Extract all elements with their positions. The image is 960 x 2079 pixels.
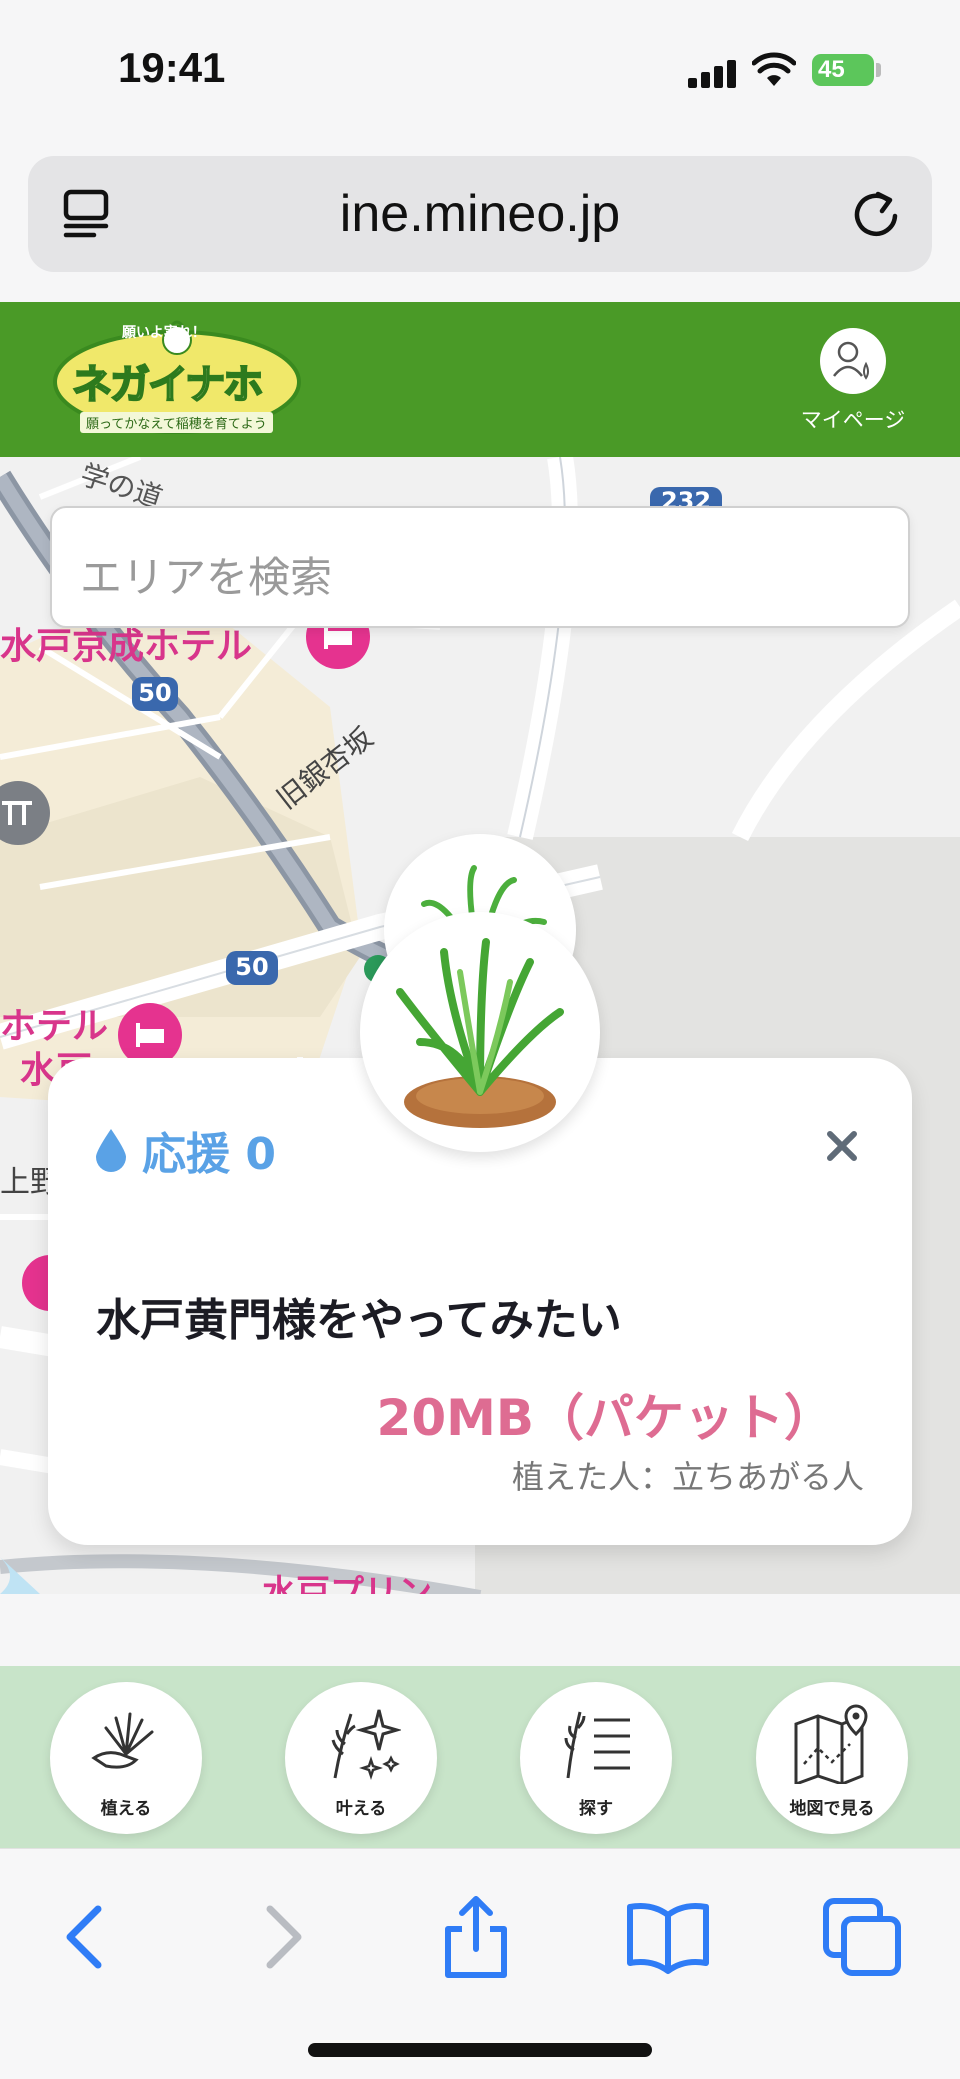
- status-bar: 19:41 45: [0, 0, 960, 140]
- bookmarks-icon[interactable]: [626, 1895, 710, 1979]
- battery-icon: 45: [812, 54, 874, 86]
- status-time: 19:41: [118, 44, 226, 91]
- forward-icon[interactable]: [240, 1895, 324, 1979]
- search-placeholder: エリアを検索: [80, 553, 333, 602]
- shrine-icon: [2, 801, 32, 825]
- address-bar[interactable]: ine.mineo.jp: [28, 156, 932, 272]
- wifi-icon: [752, 52, 796, 86]
- user-icon: [820, 328, 886, 394]
- hotel-icon: [136, 1023, 164, 1047]
- planter-text: 植えた人：立ちあがる人: [511, 1458, 864, 1496]
- plant-hand-icon: [91, 1712, 154, 1769]
- nav-plant-button[interactable]: 植える: [50, 1682, 202, 1834]
- nav-label: 叶える: [335, 1799, 387, 1819]
- rice-plant-icon: [396, 938, 564, 1128]
- logo-subtitle: 願ってかなえて稲穂を育てよう: [80, 412, 273, 433]
- nav-label: 探す: [579, 1799, 613, 1819]
- url-text[interactable]: ine.mineo.jp: [28, 184, 932, 244]
- reward-text: 20MB（パケット）: [376, 1389, 834, 1447]
- map-pin-icon: [794, 1704, 868, 1784]
- wish-title: 水戸黄門様をやってみたい: [96, 1295, 622, 1346]
- area-search-input[interactable]: エリアを検索: [50, 506, 910, 628]
- nav-fulfill-button[interactable]: 叶える: [285, 1682, 437, 1834]
- map-label: 水戸プリン: [262, 1573, 432, 1594]
- support-count[interactable]: 応援 0: [94, 1118, 276, 1182]
- water-drop-icon: [96, 1129, 126, 1172]
- tabs-icon[interactable]: [820, 1895, 904, 1979]
- route-badge: 50: [235, 953, 269, 981]
- nav-label: 地図で見る: [789, 1799, 875, 1819]
- mypage-button[interactable]: マイページ: [798, 328, 908, 434]
- support-label: 応援 0: [142, 1129, 276, 1180]
- route-badge: 50: [138, 679, 172, 707]
- mypage-label: マイページ: [800, 408, 906, 432]
- nav-map-button[interactable]: 地図で見る: [756, 1682, 908, 1834]
- app-logo[interactable]: 願いよ実れ！ ネガイナホ 願ってかなえて稲穂を育てよう: [52, 318, 302, 440]
- close-icon[interactable]: [824, 1128, 860, 1164]
- back-icon[interactable]: [44, 1895, 128, 1979]
- nav-label: 植える: [100, 1799, 152, 1819]
- home-indicator: [308, 2043, 652, 2057]
- battery-nub: [876, 63, 881, 77]
- app-header: 願いよ実れ！ ネガイナホ 願ってかなえて稲穂を育てよう マイページ: [0, 302, 960, 457]
- selected-plant-marker[interactable]: [360, 912, 600, 1152]
- browser-toolbar: [0, 1848, 960, 2079]
- bottom-nav: 植える 叶える 探す 地図で見る: [0, 1666, 960, 1848]
- share-icon[interactable]: [434, 1895, 518, 1979]
- rice-list-icon: [564, 1711, 630, 1779]
- battery-level: 45: [818, 56, 845, 83]
- rice-sparkle-icon: [331, 1709, 401, 1780]
- logo-top-text: 願いよ実れ！: [122, 325, 206, 341]
- nav-search-button[interactable]: 探す: [520, 1682, 672, 1834]
- reload-icon[interactable]: [848, 186, 904, 242]
- logo-title: ネガイナホ: [71, 361, 264, 409]
- signal-icon: [688, 58, 740, 88]
